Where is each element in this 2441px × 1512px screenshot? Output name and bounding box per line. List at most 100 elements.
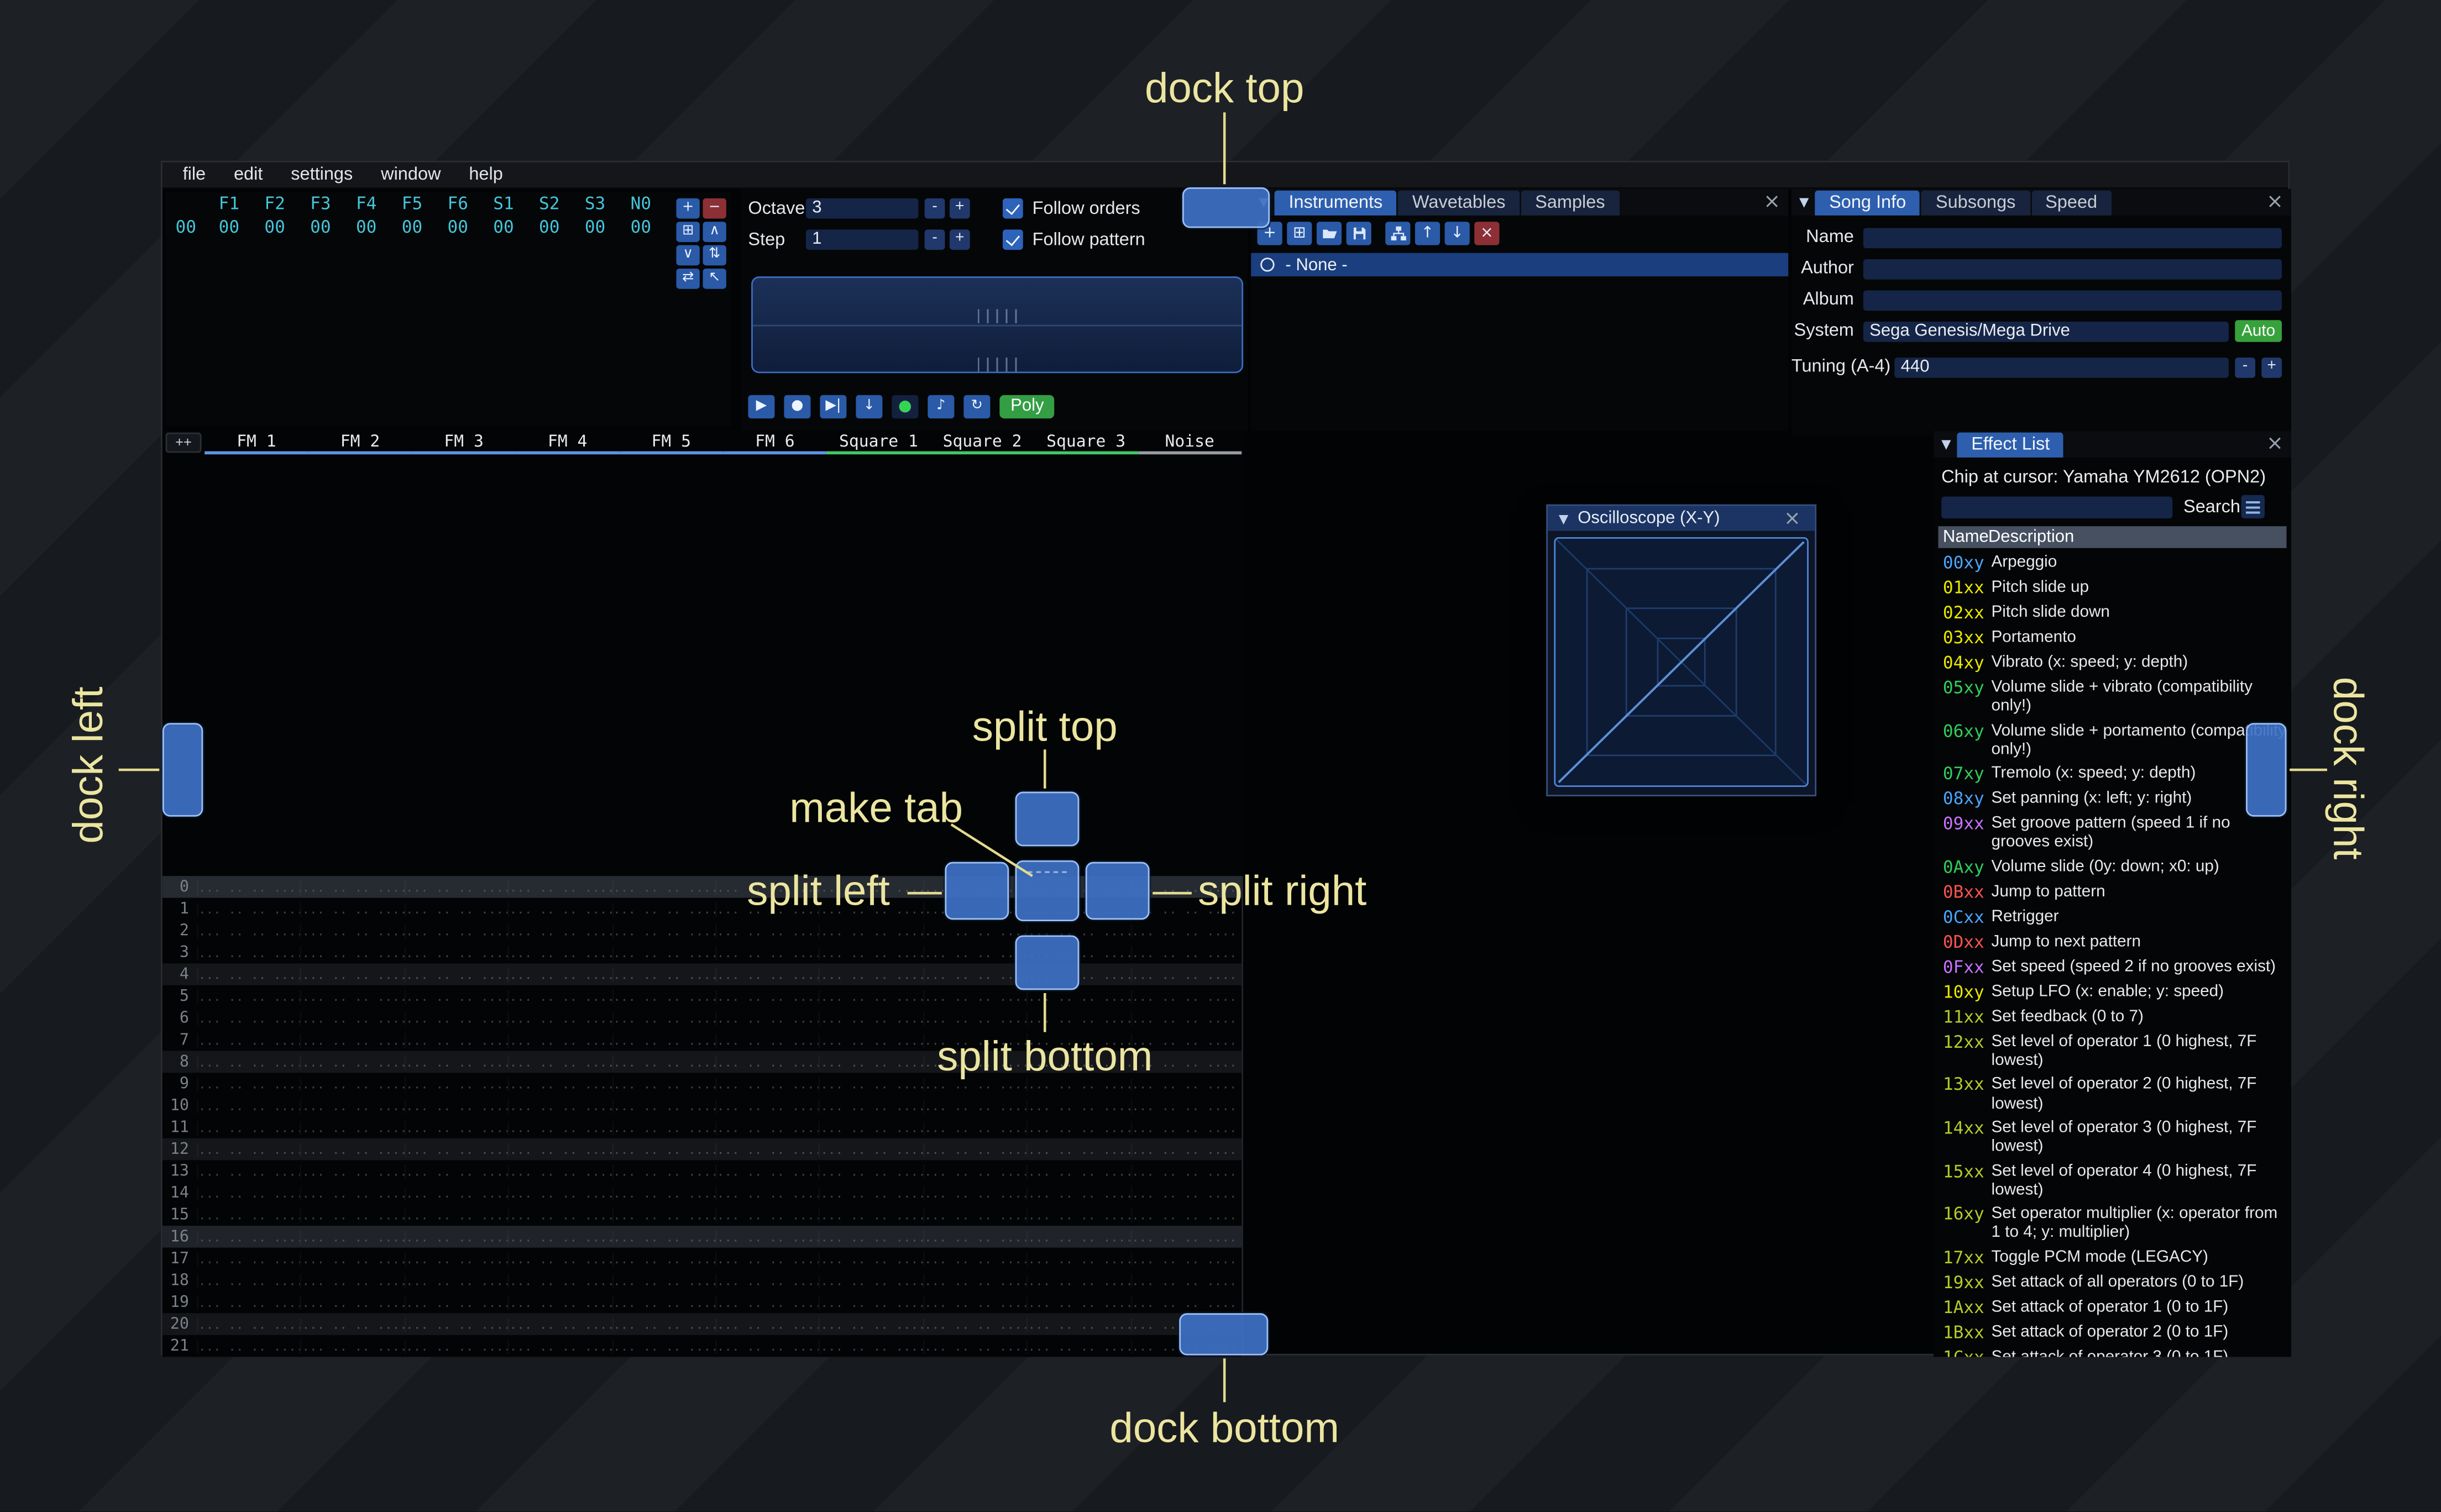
pattern-cell[interactable]: ... .. .. .... [508, 1164, 612, 1178]
pattern-cell[interactable]: ... .. .. .... [611, 1099, 715, 1112]
pattern-cell[interactable]: ... .. .. .... [611, 1120, 715, 1134]
pattern-cell[interactable]: ... .. .. .... [404, 1186, 508, 1200]
pattern-cell[interactable]: ... .. .. .... [715, 1186, 819, 1200]
effect-row-10xy[interactable]: 10xy Setup LFO (x: enable; y: speed) [1938, 982, 2286, 1002]
dock-target-right[interactable] [2246, 723, 2287, 817]
pattern-cell[interactable]: ... .. .. .... [715, 1033, 819, 1047]
effect-row-0Fxx[interactable]: 0Fxx Set speed (speed 2 if no grooves exi… [1938, 957, 2286, 977]
pattern-cell[interactable]: ... .. .. .... [1130, 1273, 1234, 1287]
pattern-cell[interactable]: ... .. .. .... [611, 1295, 715, 1309]
pattern-cell[interactable]: ... .. .. .... [1130, 1142, 1234, 1156]
pattern-cell[interactable]: ... .. .. .... [301, 1186, 404, 1200]
effect-row-1Axx[interactable]: 1Axx Set attack of operator 1 (0 to 1F) [1938, 1297, 2286, 1317]
play-pattern-button[interactable]: ▶| [820, 395, 847, 419]
pattern-cell[interactable]: ... .. .. .... [611, 1252, 715, 1266]
pattern-cell[interactable]: ... .. .. .... [819, 1317, 923, 1331]
pattern-cell[interactable]: ... .. .. .... [301, 880, 404, 894]
pattern-cell[interactable]: ... .. .. .... [404, 1142, 508, 1156]
effect-row-08xy[interactable]: 08xy Set panning (x: left; y: right) [1938, 789, 2286, 809]
pattern-cell[interactable]: ... .. .. .... [197, 1055, 301, 1069]
pattern-cell[interactable]: ... .. .. .... [197, 946, 301, 959]
pattern-cell[interactable]: ... .. .. .... [715, 1164, 819, 1178]
pattern-cell[interactable]: ... .. .. .... [404, 902, 508, 916]
pattern-cell[interactable]: ... .. .. .... [404, 1252, 508, 1266]
pattern-cell[interactable]: ... .. .. .... [819, 1011, 923, 1025]
pattern-cell[interactable]: ... .. .. .... [197, 923, 301, 937]
effect-list-tab-effect-list[interactable]: Effect List [1957, 432, 2064, 458]
pattern-cell[interactable]: ... .. .. .... [1026, 1142, 1130, 1156]
poly-toggle-button[interactable]: Poly [999, 395, 1055, 419]
make-tab-target[interactable] [1015, 860, 1080, 922]
pattern-cell[interactable]: ... .. .. .... [197, 1252, 301, 1266]
effect-row-09xx[interactable]: 09xx Set groove pattern (speed 1 if no gr… [1938, 814, 2286, 852]
effect-row-04xy[interactable]: 04xy Vibrato (x: speed; y: depth) [1938, 653, 2286, 673]
pattern-cell[interactable]: ... .. .. .... [404, 946, 508, 959]
pattern-cell[interactable]: ... .. .. .... [611, 967, 715, 981]
pattern-cell[interactable]: ... .. .. .... [819, 967, 923, 981]
pattern-cell[interactable]: ... .. .. .... [1026, 1120, 1130, 1134]
pattern-cell[interactable]: ... .. .. .... [508, 1230, 612, 1243]
pattern-cell[interactable]: ... .. .. .... [819, 923, 923, 937]
pattern-cell[interactable]: ... .. .. .... [1026, 1317, 1130, 1331]
pattern-cell[interactable]: ... .. .. .... [1130, 1208, 1234, 1222]
menu-item-settings[interactable]: settings [277, 166, 367, 185]
pattern-cell[interactable]: ... .. .. .... [923, 1230, 1026, 1243]
order-duplicate-button[interactable]: ⊞ [676, 222, 700, 242]
pattern-cell[interactable]: ... .. .. .... [508, 880, 612, 894]
pattern-cell[interactable]: ... .. .. .... [1130, 967, 1234, 981]
pattern-cell[interactable]: ... .. .. .... [1026, 1252, 1130, 1266]
split-target-bottom[interactable] [1015, 935, 1080, 990]
pattern-cell[interactable]: ... .. .. .... [197, 1273, 301, 1287]
pattern-cell[interactable]: ... .. .. .... [819, 1230, 923, 1243]
pattern-cell[interactable]: ... .. .. .... [715, 1295, 819, 1309]
orders-pattern-cell[interactable]: 00 [298, 217, 344, 238]
pattern-cell[interactable]: ... .. .. .... [611, 1339, 715, 1353]
pattern-cell[interactable]: ... .. .. .... [715, 923, 819, 937]
pattern-cell[interactable]: ... .. .. .... [923, 989, 1026, 1003]
effect-row-12xx[interactable]: 12xx Set level of operator 1 (0 highest, … [1938, 1032, 2286, 1070]
follow-orders-checkbox[interactable] [1002, 198, 1023, 219]
order-add-button[interactable]: + [676, 198, 700, 219]
pattern-cell[interactable]: ... .. .. .... [923, 1011, 1026, 1025]
pattern-cell[interactable]: ... .. .. .... [715, 1120, 819, 1134]
pattern-cell[interactable]: ... .. .. .... [923, 1339, 1026, 1353]
effect-row-0Cxx[interactable]: 0Cxx Retrigger [1938, 907, 2286, 927]
effect-list-close-button[interactable]: × [2266, 433, 2283, 456]
pattern-cell[interactable]: ... .. .. .... [1130, 1011, 1234, 1025]
dock-target-left[interactable] [162, 723, 203, 817]
pattern-cell[interactable]: ... .. .. .... [197, 1120, 301, 1134]
pattern-cell[interactable]: ... .. .. .... [923, 967, 1026, 981]
pattern-cell[interactable]: ... .. .. .... [1130, 1230, 1234, 1243]
pattern-cell[interactable]: ... .. .. .... [715, 1317, 819, 1331]
pattern-cell[interactable]: ... .. .. .... [819, 1273, 923, 1287]
song-name-input[interactable] [1863, 227, 2282, 248]
tuning-increase-button[interactable]: + [2261, 356, 2282, 377]
channel-header-fm-3[interactable]: FM 3 [412, 431, 516, 455]
pattern-cell[interactable]: ... .. .. .... [508, 902, 612, 916]
pattern-cell[interactable]: ... .. .. .... [508, 989, 612, 1003]
pattern-cell[interactable]: ... .. .. .... [508, 1252, 612, 1266]
pattern-cell[interactable]: ... .. .. .... [1130, 1120, 1234, 1134]
channel-header-square-3[interactable]: Square 3 [1034, 431, 1138, 455]
step-row-button[interactable]: ↓ [856, 395, 883, 419]
pattern-cell[interactable]: ... .. .. .... [404, 1208, 508, 1222]
pattern-cell[interactable]: ... .. .. .... [819, 1186, 923, 1200]
pattern-cell[interactable]: ... .. .. .... [611, 1055, 715, 1069]
pattern-cell[interactable]: ... .. .. .... [611, 1077, 715, 1090]
effect-list-collapse-icon[interactable]: ▼ [1941, 437, 1951, 451]
pattern-cell[interactable]: ... .. .. .... [923, 1186, 1026, 1200]
pattern-cell[interactable]: ... .. .. .... [301, 967, 404, 981]
pattern-cell[interactable]: ... .. .. .... [819, 1252, 923, 1266]
pattern-cell[interactable]: ... .. .. .... [197, 902, 301, 916]
pattern-cell[interactable]: ... .. .. .... [404, 967, 508, 981]
orders-pattern-cell[interactable]: 00 [389, 217, 435, 238]
pattern-cell[interactable]: ... .. .. .... [923, 1252, 1026, 1266]
effect-row-06xy[interactable]: 06xy Volume slide + portamento (compatibi… [1938, 721, 2286, 759]
pattern-cell[interactable]: ... .. .. .... [301, 1055, 404, 1069]
pattern-cell[interactable]: ... .. .. .... [197, 1033, 301, 1047]
effect-row-1Cxx[interactable]: 1CxxSet attack of operator 3 (0 to 1F) [1938, 1347, 2286, 1357]
octave-increase-button[interactable]: + [949, 198, 970, 219]
effect-row-0Dxx[interactable]: 0Dxx Jump to next pattern [1938, 932, 2286, 952]
piano-input[interactable] [751, 276, 1244, 374]
pattern-cell[interactable]: ... .. .. .... [404, 1317, 508, 1331]
